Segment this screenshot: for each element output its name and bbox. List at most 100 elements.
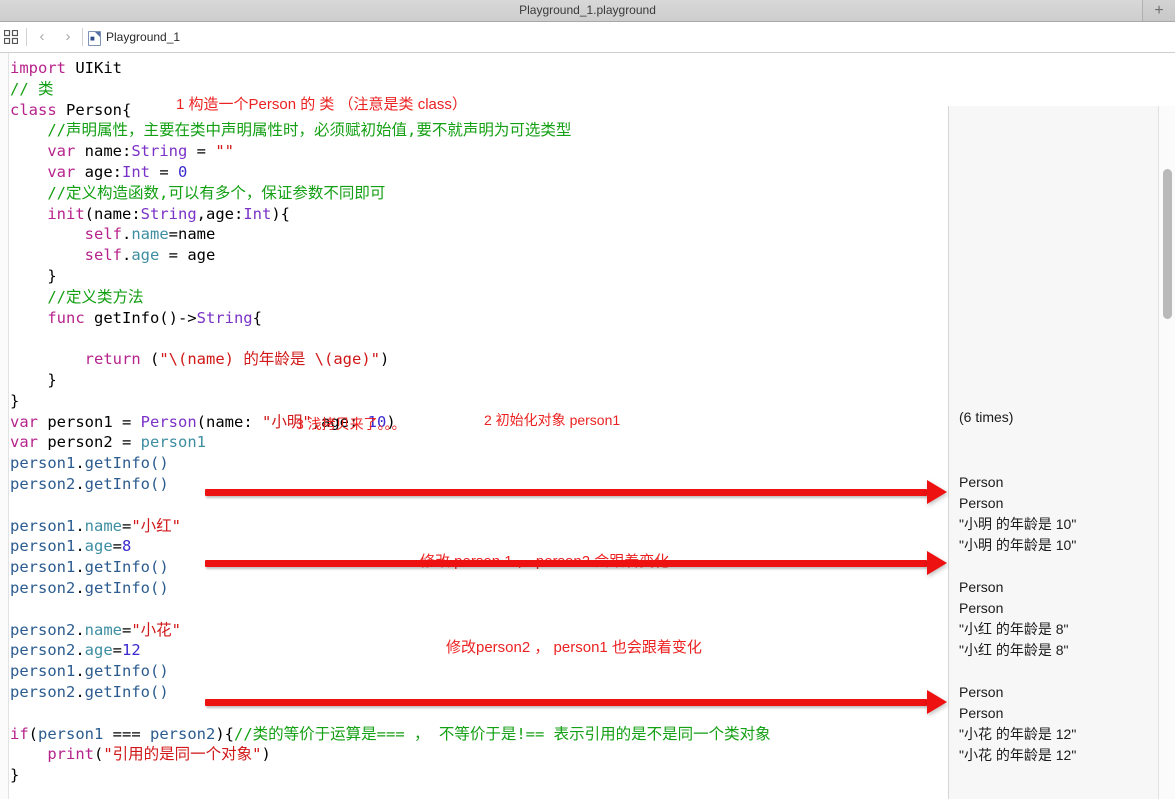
code-token: } — [10, 266, 57, 285]
annotation-note-3: 3 浅拷贝来了。。。 — [296, 416, 406, 432]
code-token: 8 — [122, 537, 132, 556]
code-line: var name:String = "" — [10, 141, 945, 162]
result-line: "小花 的年龄是 12" — [959, 747, 1077, 763]
code-token: getInfo()-> — [84, 308, 197, 327]
code-token: person1 — [38, 724, 104, 743]
code-token: . — [75, 578, 85, 597]
code-token: = — [122, 516, 132, 535]
code-token: getInfo() — [84, 682, 169, 701]
code-token: name — [84, 516, 122, 535]
code-line: } — [10, 266, 945, 287]
code-token: person2 — [10, 641, 76, 660]
code-line: // 类 — [10, 79, 945, 100]
code-token: getInfo() — [84, 474, 169, 493]
code-token: person1 — [10, 537, 76, 556]
code-line: } — [10, 391, 945, 412]
breadcrumb[interactable]: Playground_1 — [106, 22, 180, 53]
code-line: return ("\(name) 的年龄是 \(age)") — [10, 349, 945, 370]
code-token: age — [84, 537, 113, 556]
code-token: Int — [243, 204, 272, 223]
assistant-editor-icon[interactable] — [3, 29, 19, 45]
code-token: "小花" — [131, 620, 182, 639]
code-token: class — [10, 100, 57, 119]
code-token: === — [103, 724, 151, 743]
code-token: self — [84, 225, 122, 244]
code-token: { — [252, 308, 262, 327]
code-token: var — [47, 142, 76, 161]
code-line: var age:Int = 0 — [10, 162, 945, 183]
result-line: Person — [959, 474, 1004, 490]
code-token: getInfo() — [84, 578, 169, 597]
code-token: ( — [140, 350, 160, 369]
code-line: person1.getInfo() — [10, 661, 945, 682]
new-tab-button[interactable]: + — [1142, 0, 1175, 21]
code-token: getInfo() — [84, 662, 169, 681]
code-token: 0 — [178, 162, 188, 181]
code-token: var — [10, 412, 38, 431]
xcode-playground-window: Playground_1.playground + ‹ › ■ Playgrou… — [0, 0, 1175, 799]
code-token: =name — [168, 225, 216, 244]
source-code-editor[interactable]: import UIKit// 类 class Person{ //声明属性，主要在… — [10, 53, 945, 799]
annotation-arrow-1 — [205, 480, 950, 504]
code-token: age — [84, 641, 113, 660]
code-line: print("引用的是同一个对象") — [10, 744, 945, 765]
code-token: print — [47, 745, 94, 764]
code-token: return — [84, 350, 141, 369]
back-button[interactable]: ‹ — [30, 27, 54, 47]
result-line: Person — [959, 495, 1004, 511]
code-token: = — [112, 641, 123, 660]
code-token: person1 — [140, 433, 206, 452]
code-token: String — [140, 204, 197, 223]
code-token: ( — [94, 745, 104, 764]
code-token: . — [75, 537, 85, 556]
code-token: Person{ — [56, 100, 132, 119]
code-line: init(name:String,age:Int){ — [10, 204, 945, 225]
result-line: "小明 的年龄是 10" — [959, 537, 1077, 553]
code-token: age — [131, 246, 160, 265]
code-token: person1 — [10, 662, 76, 681]
code-token: (name: — [196, 412, 262, 431]
code-token: "引用的是同一个对象" — [103, 745, 262, 764]
forward-button[interactable]: › — [56, 27, 80, 47]
code-token: person2 = — [38, 433, 141, 452]
annotation-note-1: 1 构造一个Person 的 类 （注意是类 class） — [176, 96, 467, 113]
vertical-scrollbar-thumb[interactable] — [1163, 169, 1172, 319]
code-line: var person1 = Person(name: "小明",age: 10) — [10, 412, 945, 433]
code-token: getInfo() — [84, 454, 169, 473]
code-token: person1 — [10, 558, 76, 577]
code-token: ( — [28, 724, 39, 743]
vertical-scrollbar-track[interactable] — [1158, 106, 1175, 799]
result-line: "小红 的年龄是 8" — [959, 621, 1069, 637]
code-token: . — [121, 246, 132, 265]
code-token: "小红" — [131, 516, 182, 535]
code-token: if — [10, 724, 29, 743]
code-token: ) 的年龄是 \( — [224, 350, 334, 369]
code-line: //定义类方法 — [10, 287, 945, 308]
annotation-arrow-3 — [205, 690, 950, 714]
annotation-note-5: 修改person2 ， person1 也会跟着变化 — [446, 639, 702, 656]
code-line: var person2 = person1 — [10, 432, 945, 453]
annotation-arrow-2 — [205, 551, 950, 575]
swift-file-icon: ■ — [88, 31, 101, 46]
code-token: person2 — [10, 620, 76, 639]
code-token: // 类 — [10, 79, 54, 98]
code-token: age: — [75, 162, 122, 181]
code-token: = — [112, 537, 123, 556]
code-token: ) — [261, 745, 271, 764]
code-token: //定义构造函数,可以有多个，保证参数不同即可 — [10, 183, 386, 202]
code-token: } — [10, 370, 57, 389]
code-token: name: — [75, 142, 132, 161]
code-token: . — [75, 516, 85, 535]
result-line: Person — [959, 579, 1004, 595]
window-titlebar: Playground_1.playground + — [0, 0, 1175, 22]
code-token: person2 — [10, 474, 76, 493]
code-line: person1.getInfo() — [10, 453, 945, 474]
code-token: //定义类方法 — [10, 287, 144, 306]
code-token: age — [333, 350, 362, 369]
code-token: person1 = — [38, 412, 141, 431]
